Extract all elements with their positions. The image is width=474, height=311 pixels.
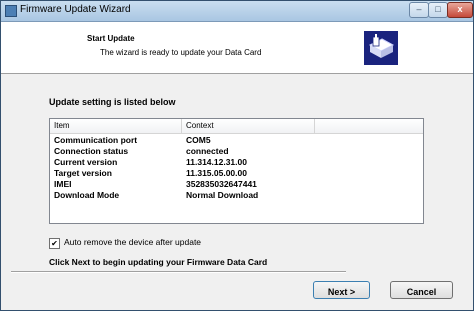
wizard-header: Start Update The wizard is ready to upda…: [1, 22, 473, 74]
instruction-text: Click Next to begin updating your Firmwa…: [49, 257, 268, 267]
header-title: Start Update: [87, 34, 135, 43]
app-icon: [5, 5, 17, 17]
row-item: Connection status: [54, 146, 129, 156]
row-item: IMEI: [54, 179, 72, 189]
auto-remove-label[interactable]: Auto remove the device after update: [64, 237, 201, 247]
row-item: Current version: [54, 157, 118, 167]
list-row[interactable]: Communication port COM5: [50, 135, 423, 146]
settings-list[interactable]: Item Context Communication port COM5 Con…: [49, 118, 424, 224]
row-item: Download Mode: [54, 190, 120, 200]
maximize-button[interactable]: □: [428, 2, 448, 18]
row-context: connected: [186, 146, 229, 156]
list-header: Item Context: [50, 119, 423, 134]
separator: [11, 271, 346, 273]
auto-remove-checkbox[interactable]: ✔: [49, 238, 60, 249]
column-header-blank[interactable]: [315, 119, 423, 133]
column-header-context[interactable]: Context: [182, 119, 315, 133]
row-context: 11.314.12.31.00: [186, 157, 247, 167]
row-context: 352835032647441: [186, 179, 257, 189]
device-usb-icon: [364, 31, 398, 65]
minimize-button[interactable]: –: [409, 2, 429, 18]
list-row[interactable]: Target version 11.315.05.00.00: [50, 168, 423, 179]
list-row[interactable]: Download Mode Normal Download: [50, 190, 423, 201]
close-button[interactable]: x: [447, 2, 473, 18]
row-item: Target version: [54, 168, 112, 178]
window-title: Firmware Update Wizard: [20, 4, 131, 15]
row-context: Normal Download: [186, 190, 259, 200]
header-subtitle: The wizard is ready to update your Data …: [100, 48, 262, 57]
list-row[interactable]: Current version 11.314.12.31.00: [50, 157, 423, 168]
row-context: COM5: [186, 135, 211, 145]
column-header-item[interactable]: Item: [50, 119, 182, 133]
row-context: 11.315.05.00.00: [186, 168, 247, 178]
list-row[interactable]: Connection status connected: [50, 146, 423, 157]
firmware-wizard-window: Firmware Update Wizard – □ x Start Updat…: [0, 0, 474, 311]
section-label: Update setting is listed below: [49, 97, 176, 107]
list-row[interactable]: IMEI 352835032647441: [50, 179, 423, 190]
next-button[interactable]: Next >: [313, 281, 370, 299]
row-item: Communication port: [54, 135, 138, 145]
title-bar[interactable]: Firmware Update Wizard – □ x: [1, 1, 473, 22]
cancel-button[interactable]: Cancel: [390, 281, 453, 299]
